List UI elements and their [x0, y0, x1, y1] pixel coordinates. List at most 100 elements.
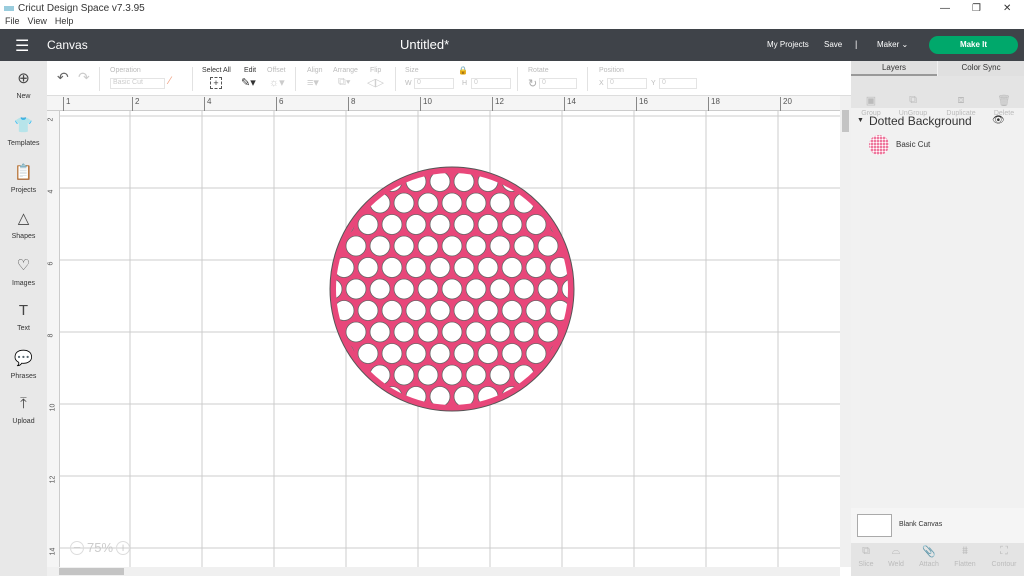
close-button[interactable]: ✕: [1003, 3, 1011, 14]
ruler-tick-label: 2: [47, 117, 55, 122]
eye-icon[interactable]: 👁: [992, 115, 1005, 126]
header-divider: |: [855, 39, 858, 49]
pen-color-icon[interactable]: ⁄: [169, 75, 171, 87]
zoom-out-button[interactable]: −: [70, 540, 84, 555]
redo-icon[interactable]: ↷: [78, 69, 90, 86]
layers-panel: Layers Color Sync ▣ Group ⧉ UnGroup ⧈ Dupli…: [851, 61, 1024, 576]
sidebar-item-images[interactable]: ♡ Images: [0, 256, 47, 287]
menu-help[interactable]: Help: [55, 16, 74, 29]
ruler-tick-label: 6: [276, 97, 283, 111]
weld-label: Weld: [888, 561, 904, 568]
menu-file[interactable]: File: [5, 16, 20, 29]
scrollbar-thumb[interactable]: [842, 110, 849, 132]
edit-toolbar: ↶ ↷ Operation Basic Cut ⁄ Select All + E…: [47, 61, 851, 96]
height-input[interactable]: 0: [471, 78, 511, 89]
dot-hole: [381, 214, 403, 235]
save-button[interactable]: Save: [824, 40, 842, 49]
duplicate-icon: ⧈: [957, 94, 965, 106]
width-input[interactable]: 0: [414, 78, 454, 89]
dot-hole: [405, 257, 427, 278]
minimize-button[interactable]: —: [940, 3, 950, 14]
dot-hole: [441, 192, 463, 214]
flip-icon[interactable]: ◁▷: [367, 76, 384, 89]
sidebar-item-phrases[interactable]: 💬 Phrases: [0, 349, 47, 380]
sidebar-item-text[interactable]: T Text: [0, 302, 47, 332]
blank-canvas-row[interactable]: Blank Canvas: [851, 508, 1024, 543]
dot-hole: [357, 257, 379, 278]
operation-label: Operation: [110, 67, 141, 74]
machine-select[interactable]: Maker ⌄: [877, 40, 908, 49]
dot-hole: [381, 257, 403, 278]
dot-hole: [417, 321, 439, 343]
attach-button[interactable]: 📎 Attach: [909, 545, 949, 568]
group-icon: ▣: [865, 95, 877, 107]
machine-label: Maker: [877, 40, 900, 49]
dot-hole: [429, 300, 451, 321]
ungroup-icon: ⧉: [909, 94, 917, 106]
align-icon[interactable]: ≡▾: [307, 76, 319, 89]
sidebar-item-new[interactable]: ⊕ New: [0, 69, 47, 100]
layer-group[interactable]: ▼ Dotted Background 👁 Basic Cut: [851, 111, 1024, 155]
sidebar-label: Shapes: [11, 233, 36, 240]
my-projects-link[interactable]: My Projects: [767, 40, 809, 49]
rotate-input[interactable]: 0: [539, 78, 577, 89]
offset-icon[interactable]: ☼▾: [269, 76, 285, 89]
flip-label: Flip: [370, 67, 382, 74]
scrollbar-thumb[interactable]: [59, 568, 124, 575]
blank-canvas-swatch[interactable]: [857, 514, 892, 537]
dot-hole: [345, 235, 367, 257]
undo-icon[interactable]: ↶: [57, 69, 69, 86]
ruler-tick-label: 10: [49, 403, 57, 412]
collapse-caret-icon[interactable]: ▼: [857, 117, 864, 124]
horizontal-scrollbar[interactable]: [47, 567, 840, 576]
chevron-down-icon: ⌄: [901, 40, 909, 49]
edit-tools-icon[interactable]: ✎▾: [241, 76, 256, 89]
sidebar-item-upload[interactable]: ⤒ Upload: [0, 395, 47, 425]
dot-hole: [393, 192, 415, 214]
contour-button[interactable]: ⛶ Contour: [984, 545, 1024, 568]
zoom-in-button[interactable]: +: [116, 540, 131, 555]
dot-hole: [441, 364, 463, 386]
flatten-button[interactable]: ⩩ Flatten: [945, 545, 985, 568]
height-label: H: [462, 80, 468, 87]
layer-group-name: Dotted Background: [869, 114, 972, 128]
design-canvas[interactable]: − 75% +: [60, 111, 840, 567]
sidebar-item-shapes[interactable]: △ Shapes: [0, 209, 47, 240]
dot-hole: [393, 321, 415, 343]
x-input[interactable]: 0: [607, 78, 647, 89]
select-all-button[interactable]: +: [210, 77, 222, 89]
maximize-button[interactable]: ❐: [972, 3, 981, 14]
arrange-icon[interactable]: ⧉▾: [338, 76, 350, 89]
layer-item-name[interactable]: Basic Cut: [896, 140, 930, 149]
dot-hole: [525, 257, 547, 278]
make-it-button[interactable]: Make It: [929, 36, 1018, 54]
tab-layers[interactable]: Layers: [851, 61, 937, 76]
window-title: Cricut Design Space v7.3.95: [18, 2, 145, 14]
dot-hole: [537, 321, 559, 343]
sidebar-label: New: [16, 93, 31, 100]
sidebar-label: Templates: [7, 140, 40, 147]
sidebar-item-projects[interactable]: 📋 Projects: [0, 163, 47, 194]
contour-label: Contour: [991, 561, 1017, 568]
hamburger-menu-icon[interactable]: ☰: [15, 36, 29, 56]
sidebar-label: Phrases: [10, 373, 37, 380]
edit-label: Edit: [244, 67, 257, 74]
dot-hole: [465, 192, 487, 214]
dot-hole: [405, 214, 427, 235]
dot-hole: [429, 257, 451, 278]
rotate-icon: ↻: [528, 78, 538, 90]
operation-select[interactable]: Basic Cut: [110, 78, 165, 89]
flatten-icon: ⩩: [962, 545, 968, 557]
contour-icon: ⛶: [1000, 545, 1008, 557]
dot-hole: [465, 278, 487, 300]
menu-view[interactable]: View: [28, 16, 47, 29]
lock-icon[interactable]: 🔒: [458, 66, 468, 75]
sidebar-item-templates[interactable]: 👕 Templates: [0, 116, 47, 147]
vertical-scrollbar[interactable]: [840, 96, 851, 567]
dot-hole: [537, 278, 559, 300]
flatten-label: Flatten: [954, 561, 976, 568]
tab-color-sync[interactable]: Color Sync: [938, 61, 1024, 76]
y-input[interactable]: 0: [659, 78, 697, 89]
dot-hole: [417, 364, 439, 386]
ruler-tick-label: 8: [47, 333, 55, 338]
